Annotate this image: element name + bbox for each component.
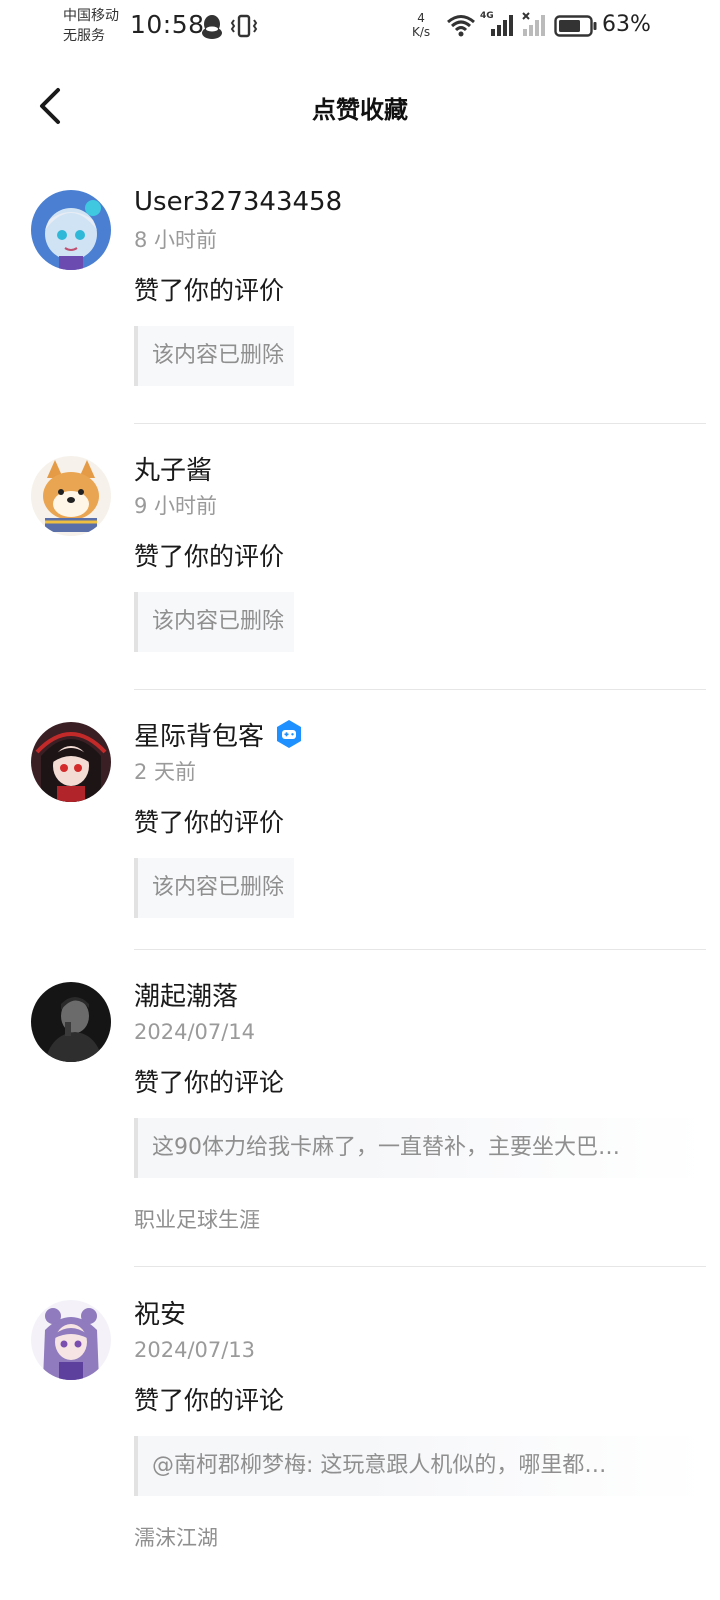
qq-penguin-icon bbox=[202, 15, 222, 39]
speed-value: 4 bbox=[417, 11, 425, 25]
page-header: 点赞收藏 bbox=[0, 72, 720, 140]
avatar-purple-hair-girl-icon bbox=[31, 1300, 111, 1380]
list-item: 祝安 2024/07/13 赞了你的评论 @南柯郡柳梦梅: 这玩意跟人机似的，哪… bbox=[0, 1292, 720, 1592]
vibrate-icon bbox=[230, 14, 258, 38]
list-item: User327343458 8 小时前 赞了你的评价 该内容已删除 bbox=[0, 182, 720, 424]
divider bbox=[134, 689, 706, 690]
game-name-link[interactable]: 职业足球生涯 bbox=[134, 1204, 706, 1236]
user-name[interactable]: 丸子酱 bbox=[134, 448, 706, 488]
avatar[interactable] bbox=[31, 456, 111, 536]
status-bar: 中国移动 无服务 10:58 4 K/s 4G 63% bbox=[0, 0, 720, 56]
no-signal-icon bbox=[522, 12, 545, 36]
signal-strength-icon bbox=[491, 15, 513, 36]
quoted-content[interactable]: 该内容已删除 bbox=[134, 858, 294, 918]
action-text: 赞了你的评价 bbox=[134, 542, 285, 571]
user-name-text: User327343458 bbox=[134, 187, 343, 217]
list-item: 星际背包客 2 天前 赞了你的评价 该内容已删除 bbox=[0, 714, 720, 956]
timestamp: 2024/07/14 bbox=[134, 1020, 256, 1044]
game-name-link[interactable]: 濡沫江湖 bbox=[134, 1522, 706, 1554]
action-text: 赞了你的评论 bbox=[134, 1386, 285, 1415]
divider bbox=[134, 423, 706, 424]
item-content: 祝安 2024/07/13 赞了你的评论 @南柯郡柳梦梅: 这玩意跟人机似的，哪… bbox=[134, 1292, 706, 1554]
user-name[interactable]: 祝安 bbox=[134, 1292, 706, 1332]
user-name[interactable]: User327343458 bbox=[134, 182, 706, 222]
divider bbox=[134, 949, 706, 950]
quoted-comment[interactable]: 这90体力给我卡麻了，一直替补，主要坐大巴… bbox=[134, 1118, 706, 1178]
carrier-info: 中国移动 无服务 bbox=[63, 6, 119, 46]
item-content: 丸子酱 9 小时前 赞了你的评价 该内容已删除 bbox=[134, 448, 706, 652]
action-text: 赞了你的评价 bbox=[134, 808, 285, 837]
avatar[interactable] bbox=[31, 1300, 111, 1380]
avatar-dark-hair-girl-icon bbox=[31, 722, 111, 802]
list-item: 丸子酱 9 小时前 赞了你的评价 该内容已删除 bbox=[0, 448, 720, 690]
user-name-text: 丸子酱 bbox=[134, 455, 213, 486]
timestamp: 2 天前 bbox=[134, 760, 197, 784]
avatar[interactable] bbox=[31, 722, 111, 802]
action-text: 赞了你的评价 bbox=[134, 276, 285, 305]
page-title: 点赞收藏 bbox=[312, 96, 408, 124]
clock: 10:58 bbox=[130, 10, 205, 39]
avatar-singer-photo-icon bbox=[31, 982, 111, 1062]
item-content: 星际背包客 2 天前 赞了你的评价 该内容已删除 bbox=[134, 714, 706, 918]
action-text: 赞了你的评论 bbox=[134, 1068, 285, 1097]
avatar-anime-girl-icon bbox=[31, 190, 111, 270]
user-name-text: 潮起潮落 bbox=[134, 981, 239, 1012]
timestamp: 2024/07/13 bbox=[134, 1338, 256, 1362]
list-item: 潮起潮落 2024/07/14 赞了你的评论 这90体力给我卡麻了，一直替补，主… bbox=[0, 974, 720, 1267]
user-name[interactable]: 潮起潮落 bbox=[134, 974, 706, 1014]
quoted-content[interactable]: 该内容已删除 bbox=[134, 326, 294, 386]
wifi-icon bbox=[447, 15, 475, 37]
avatar[interactable] bbox=[31, 190, 111, 270]
user-name-text: 星际背包客 bbox=[134, 721, 265, 752]
battery-percentage: 63% bbox=[602, 12, 651, 37]
user-name[interactable]: 星际背包客 bbox=[134, 714, 706, 754]
quoted-comment[interactable]: @南柯郡柳梦梅: 这玩意跟人机似的，哪里都… bbox=[134, 1436, 706, 1496]
speed-unit: K/s bbox=[412, 25, 431, 39]
user-name-text: 祝安 bbox=[134, 1299, 187, 1330]
quoted-content[interactable]: 该内容已删除 bbox=[134, 592, 294, 652]
carrier-service: 无服务 bbox=[63, 28, 105, 44]
avatar[interactable] bbox=[31, 982, 111, 1062]
network-speed: 4 K/s bbox=[412, 11, 430, 39]
item-content: 潮起潮落 2024/07/14 赞了你的评论 这90体力给我卡麻了，一直替补，主… bbox=[134, 974, 706, 1236]
timestamp: 9 小时前 bbox=[134, 494, 218, 518]
item-content: User327343458 8 小时前 赞了你的评价 该内容已删除 bbox=[134, 182, 706, 386]
battery-icon bbox=[554, 15, 597, 37]
avatar-shiba-dog-icon bbox=[31, 456, 111, 536]
timestamp: 8 小时前 bbox=[134, 228, 218, 252]
game-badge-icon bbox=[277, 720, 302, 748]
divider bbox=[134, 1266, 706, 1267]
carrier-name: 中国移动 bbox=[63, 8, 119, 24]
